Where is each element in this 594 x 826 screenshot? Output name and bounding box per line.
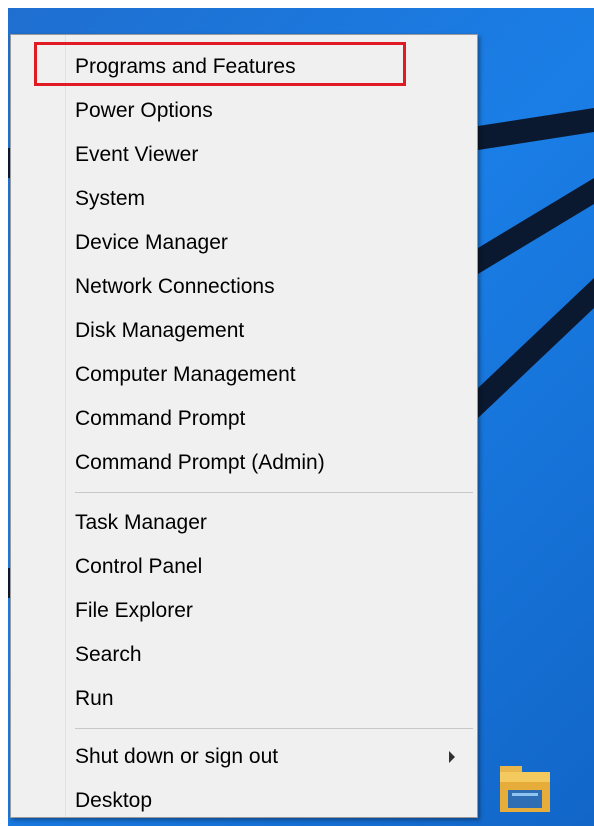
menu-item-label: Disk Management: [75, 319, 245, 342]
menu-item-search[interactable]: Search: [11, 633, 477, 677]
menu-item-label: Control Panel: [75, 555, 203, 578]
menu-item-label: Run: [75, 687, 114, 710]
menu-item-power-options[interactable]: Power Options: [11, 89, 477, 133]
chevron-right-icon: [449, 751, 455, 763]
menu-item-label: Computer Management: [75, 363, 296, 386]
menu-item-file-explorer[interactable]: File Explorer: [11, 589, 477, 633]
menu-item-label: Command Prompt: [75, 407, 246, 430]
menu-item-shut-down-or-sign-out[interactable]: Shut down or sign out: [11, 735, 477, 779]
menu-item-command-prompt-admin[interactable]: Command Prompt (Admin): [11, 441, 477, 485]
menu-item-label: Device Manager: [75, 231, 228, 254]
highlight-annotation-box: [34, 42, 406, 86]
menu-separator: [75, 728, 473, 729]
winx-context-menu: Programs and Features Power Options Even…: [10, 34, 478, 818]
menu-separator: [75, 492, 473, 493]
menu-item-label: Command Prompt (Admin): [75, 451, 325, 474]
menu-item-task-manager[interactable]: Task Manager: [11, 501, 477, 545]
menu-item-label: Event Viewer: [75, 143, 199, 166]
menu-item-label: Shut down or sign out: [75, 745, 279, 768]
menu-item-device-manager[interactable]: Device Manager: [11, 221, 477, 265]
file-explorer-folder-icon[interactable]: [490, 760, 558, 818]
menu-item-label: System: [75, 187, 146, 210]
menu-item-label: Network Connections: [75, 275, 275, 298]
menu-item-system[interactable]: System: [11, 177, 477, 221]
menu-item-event-viewer[interactable]: Event Viewer: [11, 133, 477, 177]
menu-item-label: Task Manager: [75, 511, 207, 534]
menu-item-desktop[interactable]: Desktop: [11, 779, 477, 823]
menu-item-control-panel[interactable]: Control Panel: [11, 545, 477, 589]
menu-item-label: Power Options: [75, 99, 213, 122]
menu-item-computer-management[interactable]: Computer Management: [11, 353, 477, 397]
menu-item-label: Desktop: [75, 789, 153, 812]
menu-item-network-connections[interactable]: Network Connections: [11, 265, 477, 309]
menu-item-command-prompt[interactable]: Command Prompt: [11, 397, 477, 441]
menu-item-disk-management[interactable]: Disk Management: [11, 309, 477, 353]
menu-item-run[interactable]: Run: [11, 677, 477, 721]
menu-item-label: File Explorer: [75, 599, 193, 622]
menu-item-label: Search: [75, 643, 142, 666]
